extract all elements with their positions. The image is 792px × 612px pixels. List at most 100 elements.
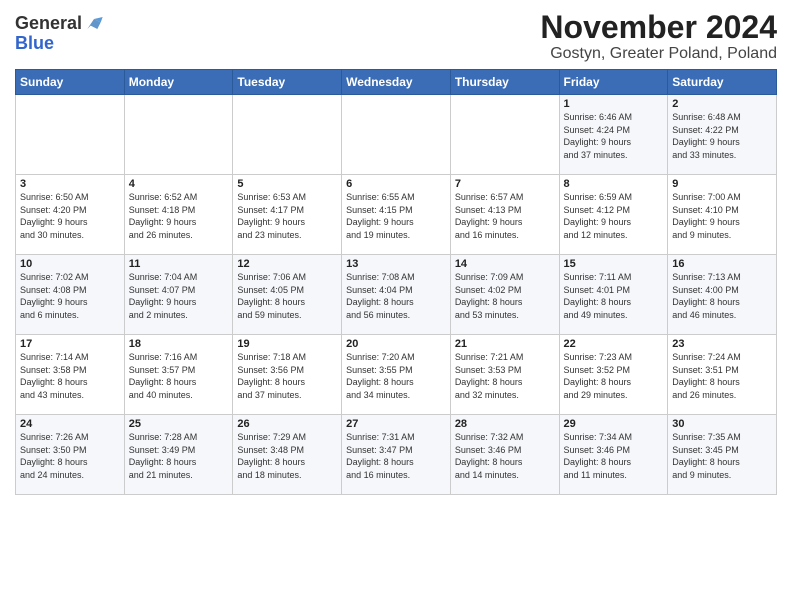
day-info: Sunrise: 7:00 AM Sunset: 4:10 PM Dayligh… [672, 191, 772, 241]
header-sunday: Sunday [16, 70, 125, 95]
day-number: 2 [672, 98, 772, 110]
calendar-cell [342, 95, 451, 175]
week-row-5: 24Sunrise: 7:26 AM Sunset: 3:50 PM Dayli… [16, 415, 777, 495]
day-number: 22 [564, 338, 664, 350]
day-info: Sunrise: 6:50 AM Sunset: 4:20 PM Dayligh… [20, 191, 120, 241]
day-info: Sunrise: 7:13 AM Sunset: 4:00 PM Dayligh… [672, 271, 772, 321]
day-info: Sunrise: 7:02 AM Sunset: 4:08 PM Dayligh… [20, 271, 120, 321]
day-info: Sunrise: 7:18 AM Sunset: 3:56 PM Dayligh… [237, 351, 337, 401]
calendar-cell: 9Sunrise: 7:00 AM Sunset: 4:10 PM Daylig… [668, 175, 777, 255]
calendar-cell: 2Sunrise: 6:48 AM Sunset: 4:22 PM Daylig… [668, 95, 777, 175]
header-wednesday: Wednesday [342, 70, 451, 95]
day-number: 3 [20, 178, 120, 190]
day-number: 14 [455, 258, 555, 270]
day-info: Sunrise: 7:31 AM Sunset: 3:47 PM Dayligh… [346, 431, 446, 481]
calendar-table: SundayMondayTuesdayWednesdayThursdayFrid… [15, 69, 777, 495]
calendar-cell: 21Sunrise: 7:21 AM Sunset: 3:53 PM Dayli… [450, 335, 559, 415]
day-info: Sunrise: 6:53 AM Sunset: 4:17 PM Dayligh… [237, 191, 337, 241]
header-thursday: Thursday [450, 70, 559, 95]
day-info: Sunrise: 7:28 AM Sunset: 3:49 PM Dayligh… [129, 431, 229, 481]
calendar-cell: 17Sunrise: 7:14 AM Sunset: 3:58 PM Dayli… [16, 335, 125, 415]
header-tuesday: Tuesday [233, 70, 342, 95]
day-info: Sunrise: 7:08 AM Sunset: 4:04 PM Dayligh… [346, 271, 446, 321]
day-number: 6 [346, 178, 446, 190]
logo: General Blue [15, 14, 104, 54]
day-info: Sunrise: 7:06 AM Sunset: 4:05 PM Dayligh… [237, 271, 337, 321]
day-number: 16 [672, 258, 772, 270]
calendar-cell [124, 95, 233, 175]
header-monday: Monday [124, 70, 233, 95]
day-info: Sunrise: 7:20 AM Sunset: 3:55 PM Dayligh… [346, 351, 446, 401]
calendar-cell: 11Sunrise: 7:04 AM Sunset: 4:07 PM Dayli… [124, 255, 233, 335]
week-row-3: 10Sunrise: 7:02 AM Sunset: 4:08 PM Dayli… [16, 255, 777, 335]
title-block: November 2024 Gostyn, Greater Poland, Po… [540, 10, 777, 63]
calendar-subtitle: Gostyn, Greater Poland, Poland [540, 45, 777, 63]
day-info: Sunrise: 6:57 AM Sunset: 4:13 PM Dayligh… [455, 191, 555, 241]
header-friday: Friday [559, 70, 668, 95]
day-number: 5 [237, 178, 337, 190]
day-info: Sunrise: 7:16 AM Sunset: 3:57 PM Dayligh… [129, 351, 229, 401]
calendar-cell: 30Sunrise: 7:35 AM Sunset: 3:45 PM Dayli… [668, 415, 777, 495]
day-number: 30 [672, 418, 772, 430]
day-info: Sunrise: 7:09 AM Sunset: 4:02 PM Dayligh… [455, 271, 555, 321]
calendar-cell [450, 95, 559, 175]
day-info: Sunrise: 7:14 AM Sunset: 3:58 PM Dayligh… [20, 351, 120, 401]
calendar-cell: 4Sunrise: 6:52 AM Sunset: 4:18 PM Daylig… [124, 175, 233, 255]
calendar-cell: 29Sunrise: 7:34 AM Sunset: 3:46 PM Dayli… [559, 415, 668, 495]
day-info: Sunrise: 7:34 AM Sunset: 3:46 PM Dayligh… [564, 431, 664, 481]
day-number: 15 [564, 258, 664, 270]
day-info: Sunrise: 7:35 AM Sunset: 3:45 PM Dayligh… [672, 431, 772, 481]
day-number: 21 [455, 338, 555, 350]
calendar-cell: 14Sunrise: 7:09 AM Sunset: 4:02 PM Dayli… [450, 255, 559, 335]
header-saturday: Saturday [668, 70, 777, 95]
calendar-cell: 26Sunrise: 7:29 AM Sunset: 3:48 PM Dayli… [233, 415, 342, 495]
day-number: 9 [672, 178, 772, 190]
calendar-cell: 20Sunrise: 7:20 AM Sunset: 3:55 PM Dayli… [342, 335, 451, 415]
calendar-cell: 13Sunrise: 7:08 AM Sunset: 4:04 PM Dayli… [342, 255, 451, 335]
header-row: SundayMondayTuesdayWednesdayThursdayFrid… [16, 70, 777, 95]
day-number: 29 [564, 418, 664, 430]
calendar-cell: 25Sunrise: 7:28 AM Sunset: 3:49 PM Dayli… [124, 415, 233, 495]
day-number: 7 [455, 178, 555, 190]
calendar-cell: 5Sunrise: 6:53 AM Sunset: 4:17 PM Daylig… [233, 175, 342, 255]
day-number: 26 [237, 418, 337, 430]
calendar-cell: 28Sunrise: 7:32 AM Sunset: 3:46 PM Dayli… [450, 415, 559, 495]
day-info: Sunrise: 7:24 AM Sunset: 3:51 PM Dayligh… [672, 351, 772, 401]
day-info: Sunrise: 6:48 AM Sunset: 4:22 PM Dayligh… [672, 111, 772, 161]
day-info: Sunrise: 6:46 AM Sunset: 4:24 PM Dayligh… [564, 111, 664, 161]
header: General Blue November 2024 Gostyn, Great… [15, 10, 777, 63]
calendar-cell: 18Sunrise: 7:16 AM Sunset: 3:57 PM Dayli… [124, 335, 233, 415]
calendar-cell: 15Sunrise: 7:11 AM Sunset: 4:01 PM Dayli… [559, 255, 668, 335]
day-number: 27 [346, 418, 446, 430]
day-info: Sunrise: 6:55 AM Sunset: 4:15 PM Dayligh… [346, 191, 446, 241]
page: General Blue November 2024 Gostyn, Great… [0, 0, 792, 505]
calendar-cell: 1Sunrise: 6:46 AM Sunset: 4:24 PM Daylig… [559, 95, 668, 175]
calendar-cell: 6Sunrise: 6:55 AM Sunset: 4:15 PM Daylig… [342, 175, 451, 255]
calendar-cell: 7Sunrise: 6:57 AM Sunset: 4:13 PM Daylig… [450, 175, 559, 255]
day-info: Sunrise: 7:29 AM Sunset: 3:48 PM Dayligh… [237, 431, 337, 481]
calendar-cell: 24Sunrise: 7:26 AM Sunset: 3:50 PM Dayli… [16, 415, 125, 495]
day-number: 8 [564, 178, 664, 190]
week-row-1: 1Sunrise: 6:46 AM Sunset: 4:24 PM Daylig… [16, 95, 777, 175]
calendar-cell [16, 95, 125, 175]
week-row-2: 3Sunrise: 6:50 AM Sunset: 4:20 PM Daylig… [16, 175, 777, 255]
day-info: Sunrise: 6:59 AM Sunset: 4:12 PM Dayligh… [564, 191, 664, 241]
day-number: 20 [346, 338, 446, 350]
calendar-cell: 3Sunrise: 6:50 AM Sunset: 4:20 PM Daylig… [16, 175, 125, 255]
day-number: 23 [672, 338, 772, 350]
day-info: Sunrise: 7:11 AM Sunset: 4:01 PM Dayligh… [564, 271, 664, 321]
day-number: 13 [346, 258, 446, 270]
calendar-cell: 19Sunrise: 7:18 AM Sunset: 3:56 PM Dayli… [233, 335, 342, 415]
day-number: 24 [20, 418, 120, 430]
day-number: 17 [20, 338, 120, 350]
calendar-cell: 22Sunrise: 7:23 AM Sunset: 3:52 PM Dayli… [559, 335, 668, 415]
calendar-cell: 8Sunrise: 6:59 AM Sunset: 4:12 PM Daylig… [559, 175, 668, 255]
day-number: 1 [564, 98, 664, 110]
logo-general: General [15, 14, 82, 34]
calendar-cell [233, 95, 342, 175]
day-number: 28 [455, 418, 555, 430]
day-number: 12 [237, 258, 337, 270]
logo-blue: Blue [15, 33, 54, 53]
day-number: 25 [129, 418, 229, 430]
calendar-cell: 16Sunrise: 7:13 AM Sunset: 4:00 PM Dayli… [668, 255, 777, 335]
